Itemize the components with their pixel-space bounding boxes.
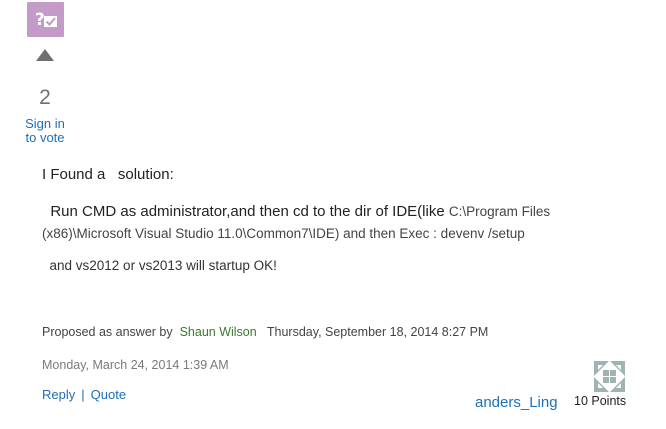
step-1-lead: Run CMD as administrator,and then cd to … [42,203,449,220]
sign-in-to-vote-link[interactable]: Sign in to vote [16,117,74,145]
proposer-link[interactable]: Shaun Wilson [180,325,257,339]
post-step-1: Run CMD as administrator,and then cd to … [42,201,582,245]
svg-text:?: ? [35,10,45,30]
quote-link[interactable]: Quote [91,387,126,402]
sign-in-line-2: to vote [25,130,65,145]
vote-count: 2 [39,86,51,109]
proposed-timestamp: Thursday, September 18, 2014 8:27 PM [256,325,489,339]
answered-badge: ? [27,2,64,37]
author-name-link[interactable]: anders_Ling [475,394,558,411]
post-date: Monday, March 24, 2014 1:39 AM [42,358,229,372]
sign-in-line-1: Sign in [25,116,65,131]
post-intro: I Found a solution: [42,166,174,183]
proposed-as-answer: Proposed as answer by Shaun Wilson Thurs… [42,325,488,339]
question-answered-icon: ? [35,10,57,30]
author-points: 10 Points [574,394,627,408]
reply-link[interactable]: Reply [42,387,75,402]
proposed-prefix: Proposed as answer by [42,325,180,339]
post-step-2: and vs2012 or vs2013 will startup OK! [42,258,277,273]
actions-separator: | [81,387,85,402]
post-actions: Reply | Quote [42,387,126,402]
identicon-avatar-icon[interactable] [594,361,625,392]
upvote-arrow-icon[interactable] [36,49,54,61]
